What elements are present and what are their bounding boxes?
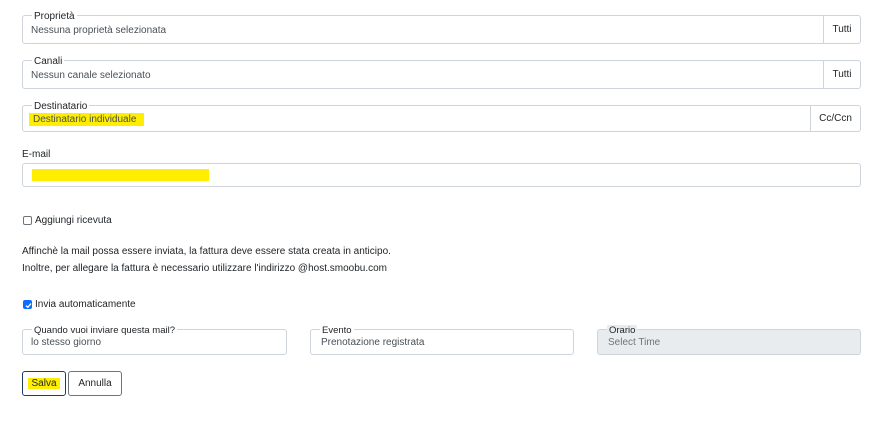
checkmark-icon (25, 303, 32, 309)
recipient-value: Destinatario individuale (29, 113, 145, 126)
time-select[interactable]: Orario Select Time (597, 325, 861, 355)
properties-value: Nessuna proprietà selezionata (31, 25, 167, 36)
email-redacted-highlight (32, 169, 209, 181)
properties-all-button[interactable]: Tutti (823, 16, 860, 43)
channels-value: Nessun canale selezionato (31, 70, 151, 81)
invoice-info-line-2: Inoltre, per allegare la fattura è neces… (22, 263, 388, 274)
send-when-label: Quando vuoi inviare questa mail? (32, 325, 178, 336)
cancel-button[interactable]: Annulla (68, 371, 122, 396)
recipient-label: Destinatario (32, 101, 90, 112)
send-when-select[interactable]: Quando vuoi inviare questa mail? lo stes… (22, 325, 287, 355)
time-label: Orario (607, 325, 638, 336)
event-label: Evento (320, 325, 354, 336)
event-select[interactable]: Evento Prenotazione registrata (310, 325, 574, 355)
add-receipt-checkbox[interactable] (23, 216, 32, 225)
recipient-field[interactable]: Destinatario Destinatario individuale Cc… (22, 101, 861, 132)
channels-all-button[interactable]: Tutti (823, 61, 860, 88)
time-value: Select Time (608, 337, 661, 348)
save-button[interactable]: Salva (22, 371, 66, 396)
add-receipt-label: Aggiungi ricevuta (35, 215, 112, 226)
invoice-info-text: Affinchè la mail possa essere inviata, l… (22, 243, 391, 277)
channels-field[interactable]: Canali Nessun canale selezionato Tutti (22, 56, 861, 89)
invoice-info-line-1: Affinchè la mail possa essere inviata, l… (22, 246, 391, 257)
auto-send-label: Invia automaticamente (35, 299, 136, 310)
save-button-label: Salva (28, 378, 60, 389)
send-when-value: lo stesso giorno (31, 337, 102, 348)
properties-field[interactable]: Proprietà Nessuna proprietà selezionata … (22, 11, 861, 44)
email-input[interactable] (22, 163, 861, 187)
email-label: E-mail (22, 149, 51, 160)
auto-send-checkbox[interactable] (23, 300, 32, 309)
event-value: Prenotazione registrata (321, 337, 425, 348)
channels-label: Canali (32, 56, 65, 67)
properties-label: Proprietà (32, 11, 77, 22)
cc-bcc-button[interactable]: Cc/Ccn (810, 106, 860, 131)
